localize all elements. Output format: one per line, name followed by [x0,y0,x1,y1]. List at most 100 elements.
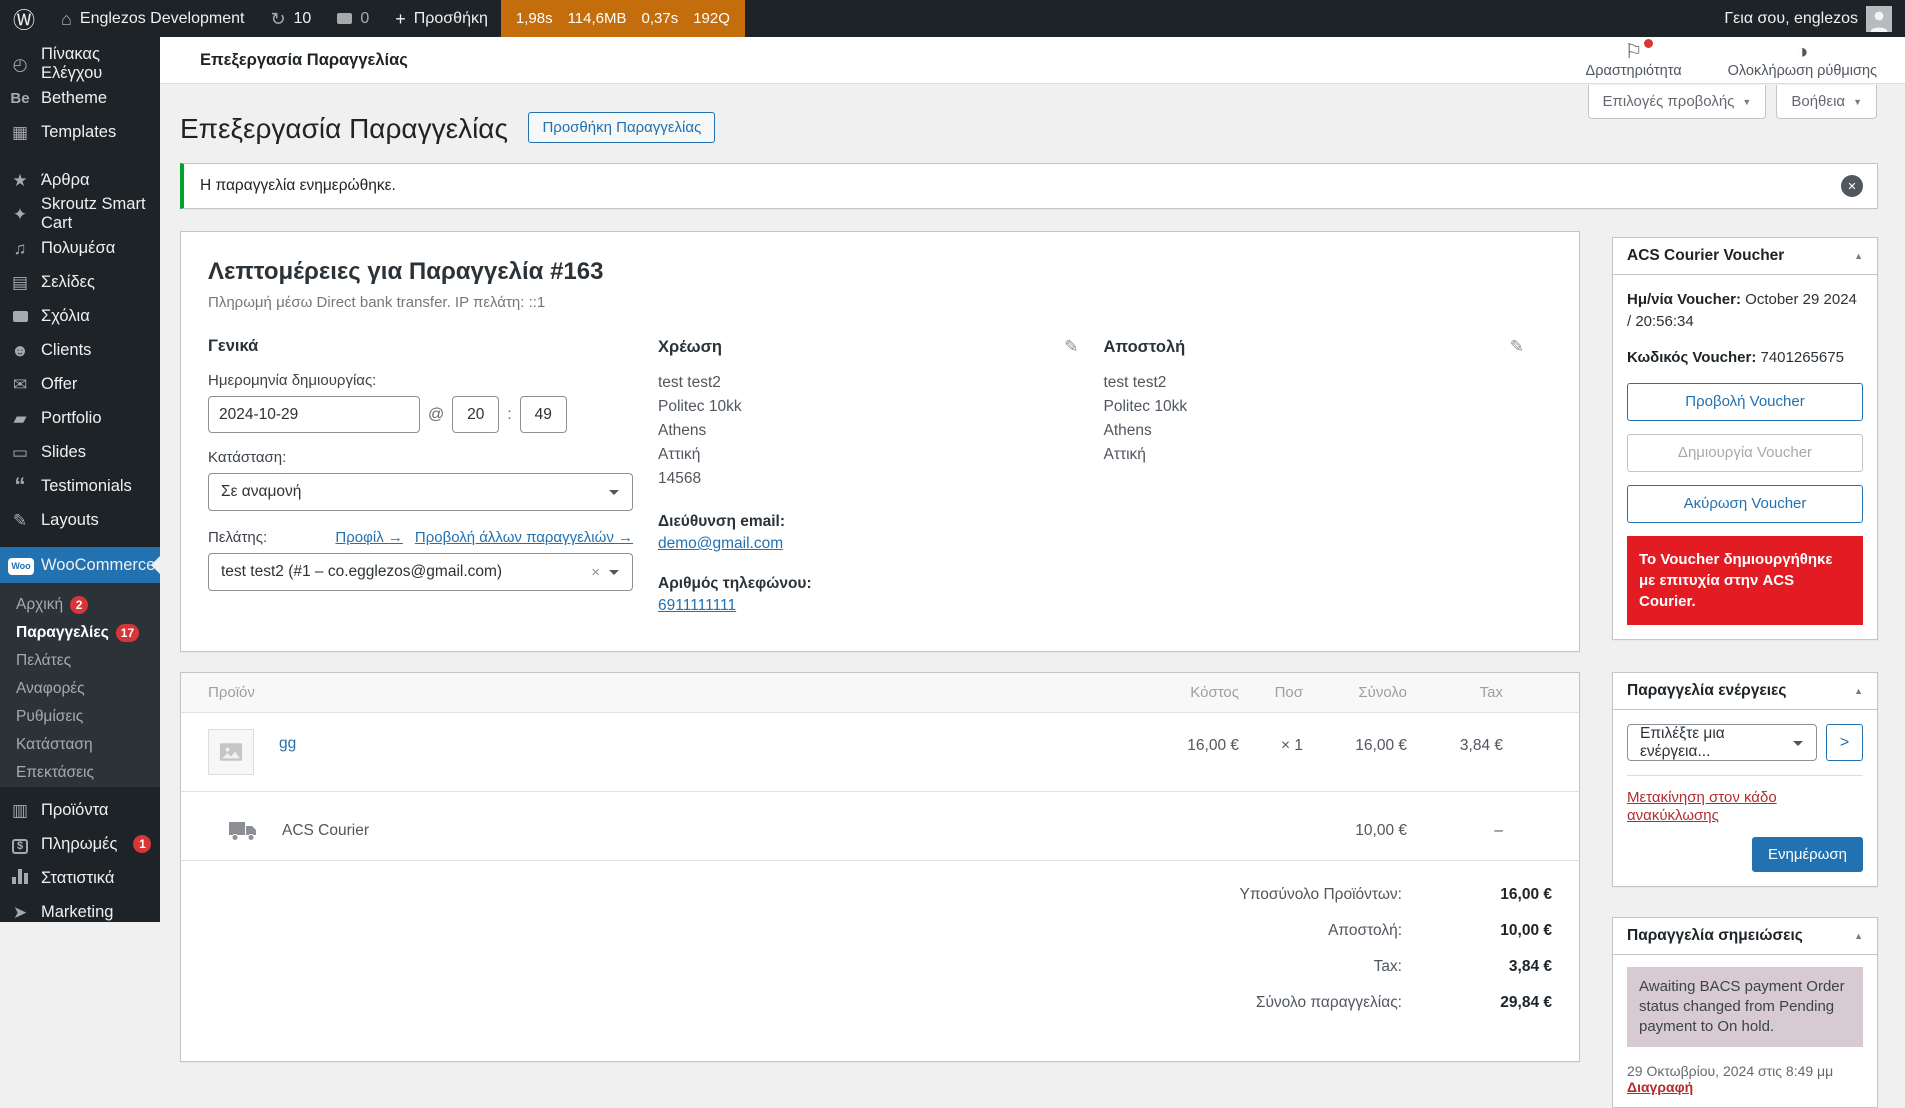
sidebar-item-dashboard[interactable]: ◴ Πίνακας Ελέγχου [0,47,160,81]
sidebar-item-analytics[interactable]: Στατιστικά [0,861,160,895]
site-name-link[interactable]: ⌂ Englezos Development [48,0,257,37]
other-orders-link[interactable]: Προβολή άλλων παραγγελιών → [415,529,633,546]
woocommerce-submenu: Αρχική 2 Παραγγελίες 17 Πελάτες Αναφορές… [0,583,160,787]
notice-text: Η παραγγελία ενημερώθηκε. [200,177,396,194]
status-label: Κατάσταση: [208,449,633,466]
edit-shipping-icon[interactable]: ✎ [1510,337,1524,357]
order-date-input[interactable] [208,396,420,433]
update-order-button[interactable]: Ενημέρωση [1752,837,1863,872]
order-minute-input[interactable] [520,396,567,433]
sidebar-item-products[interactable]: ▥ Προϊόντα [0,793,160,827]
add-order-button[interactable]: Προσθήκη Παραγγελίας [528,112,715,143]
apply-action-button[interactable]: > [1826,724,1863,761]
sidebar-item-pages[interactable]: ▤ Σελίδες [0,265,160,299]
customer-select[interactable]: test test2 (#1 – co.egglezos@gmail.com) … [208,553,633,591]
order-status-select[interactable]: Σε αναμονή [208,473,633,511]
sidebar-item-offer[interactable]: ✉ Offer [0,367,160,401]
total-label: Tax: [1374,958,1402,976]
move-to-trash-link[interactable]: Μετακίνηση στον κάδο ανακύκλωσης [1627,789,1777,824]
sidebar-item-posts[interactable]: ★ Άρθρα [0,163,160,197]
column-cost: Κόστος [1139,684,1239,701]
shipping-heading: Αποστολή [1104,338,1186,357]
sidebar-item-label: Marketing [41,903,113,922]
status-selected-value: Σε αναμονή [221,483,301,501]
page-title: Επεξεργασία Παραγγελίας [180,113,508,144]
billing-phone-link[interactable]: 6911111111 [658,597,736,615]
dashboard-icon: ◴ [8,56,32,73]
total-label: Σύνολο παραγγελίας: [1256,994,1402,1012]
sidebar-item-templates[interactable]: ▦ Templates [0,115,160,149]
my-account-link[interactable]: Γεια σου, englezos [1711,0,1905,37]
edit-billing-icon[interactable]: ✎ [1064,337,1078,357]
address-line: 14568 [658,467,1079,491]
submenu-item-status[interactable]: Κατάσταση [0,731,160,759]
sidebar-item-skroutz[interactable]: ✦ Skroutz Smart Cart [0,197,160,231]
total-row: Tax: 3,84 € [181,949,1552,985]
count-badge: 2 [70,596,88,614]
order-data-panel: Λεπτομέρειες για Παραγγελία #163 Πληρωμή… [180,231,1580,652]
screen-options-tab[interactable]: Επιλογές προβολής ▼ [1588,85,1767,119]
product-name-link[interactable]: gg [279,735,296,753]
offer-icon: ✉ [8,376,32,393]
submenu-item-customers[interactable]: Πελάτες [0,647,160,675]
customer-profile-link[interactable]: Προφίλ → [335,529,402,546]
new-content-link[interactable]: + Προσθήκη [382,0,501,37]
submenu-item-home[interactable]: Αρχική 2 [0,591,160,619]
sidebar-item-label: Betheme [41,89,107,108]
pin-icon: ★ [8,172,32,189]
sidebar-item-testimonials[interactable]: “ Testimonials [0,469,160,503]
updates-link[interactable]: ↻ 10 [257,0,324,37]
finish-setup-button[interactable]: ◑ Ολοκλήρωση ρύθμισης [1728,42,1877,79]
address-line: Athens [658,419,1079,443]
collapse-panel-icon[interactable]: ▲ [1854,251,1863,261]
sidebar-item-layouts[interactable]: ✎ Layouts [0,503,160,537]
wc-admin-header: Επεξεργασία Παραγγελίας ⚐ Δραστηριότητα … [160,37,1905,84]
dismiss-notice-button[interactable]: ✕ [1841,175,1863,197]
submenu-item-reports[interactable]: Αναφορές [0,675,160,703]
order-note: Awaiting BACS payment Order status chang… [1627,967,1863,1047]
collapse-panel-icon[interactable]: ▲ [1854,931,1863,941]
total-value: 10,00 € [1402,922,1552,940]
submenu-item-label: Αρχική [16,596,63,614]
sidebar-item-comments[interactable]: Σχόλια [0,299,160,333]
address-line: test test2 [1104,371,1525,395]
sidebar-item-label: Portfolio [41,409,102,428]
voucher-date-label: Ημ/νία Voucher: [1627,291,1741,308]
sidebar-item-label: Σελίδες [41,273,95,292]
billing-email-link[interactable]: demo@gmail.com [658,535,783,553]
total-row: Σύνολο παραγγελίας: 29,84 € [181,985,1552,1021]
view-voucher-button[interactable]: Προβολή Voucher [1627,383,1863,421]
clear-selection-icon[interactable]: × [591,564,600,581]
home-icon: ⌂ [61,10,72,28]
sidebar-item-portfolio[interactable]: ▰ Portfolio [0,401,160,435]
submenu-item-extensions[interactable]: Επεκτάσεις [0,759,160,787]
sidebar-item-media[interactable]: ♫ Πολυμέσα [0,231,160,265]
activity-button[interactable]: ⚐ Δραστηριότητα [1586,42,1682,79]
order-hour-input[interactable] [452,396,499,433]
person-icon: ☻ [8,342,32,359]
wp-logo-button[interactable]: Ⓦ [0,0,48,37]
pages-icon: ▤ [8,274,32,291]
collapse-panel-icon[interactable]: ▲ [1854,686,1863,696]
query-monitor-badge[interactable]: 1,98s 114,6MB 0,37s 192Q [501,0,745,37]
comments-link[interactable]: 0 [324,0,382,37]
new-content-label: Προσθήκη [414,10,488,28]
quote-icon: “ [8,481,32,491]
sidebar-item-woocommerce[interactable]: Woo WooCommerce [0,547,160,583]
help-tab[interactable]: Βοήθεια ▼ [1776,85,1877,119]
media-icon: ♫ [8,240,32,257]
sidebar-item-betheme[interactable]: Be Betheme [0,81,160,115]
qm-memory: 114,6MB [568,10,627,27]
sidebar-item-label: Πληρωμές [41,835,117,854]
submenu-item-settings[interactable]: Ρυθμίσεις [0,703,160,731]
sidebar-item-label: Slides [41,443,86,462]
submenu-item-orders[interactable]: Παραγγελίες 17 [0,619,160,647]
sidebar-item-clients[interactable]: ☻ Clients [0,333,160,367]
sidebar-item-payments[interactable]: $ Πληρωμές 1 [0,827,160,861]
sidebar-item-label: Πολυμέσα [41,239,115,258]
sidebar-item-slides[interactable]: ▭ Slides [0,435,160,469]
order-action-select[interactable]: Επιλέξτε μια ενέργεια... [1627,724,1817,761]
delete-note-link[interactable]: Διαγραφή [1627,1079,1693,1095]
qm-query-count: 192Q [693,10,730,27]
cancel-voucher-button[interactable]: Ακύρωση Voucher [1627,485,1863,523]
